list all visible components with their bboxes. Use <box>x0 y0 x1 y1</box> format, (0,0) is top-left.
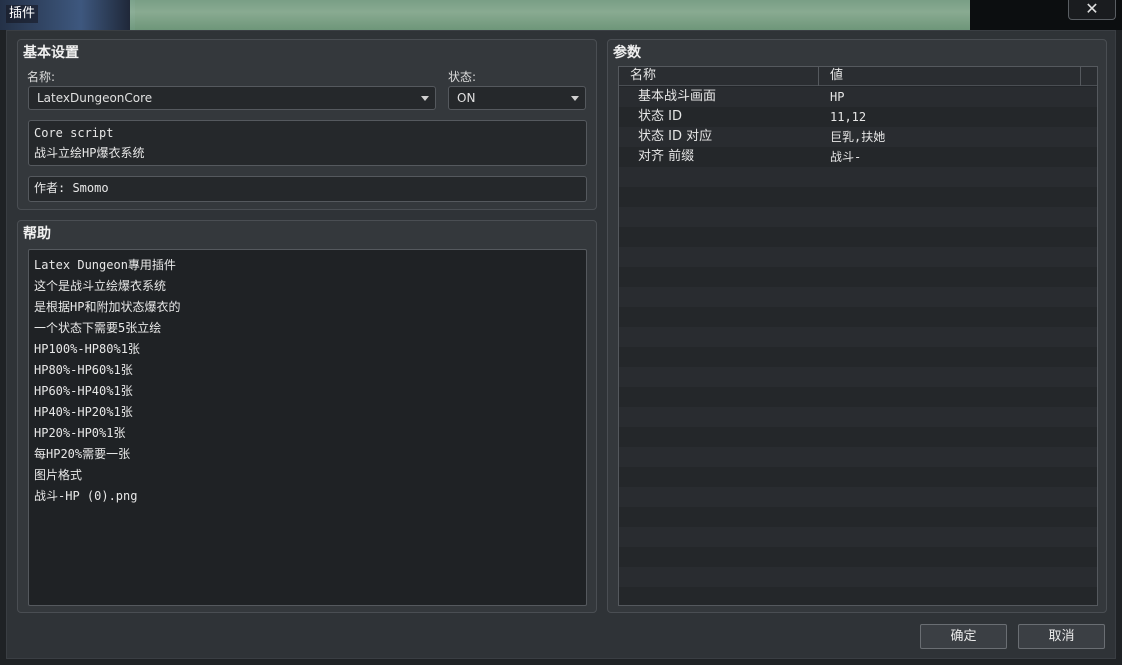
parameters-group: 参数 名称 値 基本战斗画面 HP 状态 ID 11,12 状态 ID 对应 巨… <box>607 39 1107 613</box>
background-image <box>130 0 970 30</box>
table-row-empty <box>619 187 1097 207</box>
table-row-empty <box>619 367 1097 387</box>
table-row-empty <box>619 387 1097 407</box>
help-line: HP100%-HP80%1张 <box>34 342 140 356</box>
table-row-empty <box>619 587 1097 605</box>
table-row-empty <box>619 567 1097 587</box>
table-row-empty <box>619 527 1097 547</box>
param-value: 巨乳,扶她 <box>830 130 886 144</box>
basic-settings-title: 基本设置 <box>23 45 79 61</box>
column-header-value[interactable]: 値 <box>819 67 1081 86</box>
table-body: 基本战斗画面 HP 状态 ID 11,12 状态 ID 对应 巨乳,扶她 对齐 … <box>619 87 1097 605</box>
table-row-empty <box>619 227 1097 247</box>
description-box[interactable]: Core script 战斗立绘HP爆衣系统 <box>28 120 587 166</box>
table-row-empty <box>619 327 1097 347</box>
author-box[interactable]: 作者: Smomo <box>28 176 587 202</box>
table-row-empty <box>619 507 1097 527</box>
table-row-empty <box>619 207 1097 227</box>
help-line: 一个状态下需要5张立绘 <box>34 321 162 335</box>
cancel-button[interactable]: 取消 <box>1018 624 1105 649</box>
table-row-empty <box>619 307 1097 327</box>
table-row-empty <box>619 407 1097 427</box>
param-name: 对齐 前缀 <box>638 149 695 164</box>
dropdown-arrow-icon <box>421 96 429 101</box>
help-group: 帮助 Latex Dungeon專用插件 这个是战斗立绘爆衣系统 是根据HP和附… <box>17 220 597 613</box>
table-row-empty <box>619 447 1097 467</box>
description-line: 战斗立绘HP爆衣系统 <box>34 146 145 160</box>
help-line: 是根据HP和附加状态爆衣的 <box>34 300 181 314</box>
ok-button[interactable]: 确定 <box>920 624 1007 649</box>
parameters-table[interactable]: 名称 値 基本战斗画面 HP 状态 ID 11,12 状态 ID 对应 巨乳,扶… <box>618 66 1098 606</box>
status-label: 状态: <box>448 70 477 84</box>
column-header-name[interactable]: 名称 <box>619 67 819 86</box>
param-name: 基本战斗画面 <box>638 89 717 104</box>
close-icon: ✕ <box>1085 0 1099 18</box>
param-name: 状态 ID <box>638 109 682 124</box>
help-line: HP80%-HP60%1张 <box>34 363 133 377</box>
table-row-empty <box>619 547 1097 567</box>
param-name: 状态 ID 对应 <box>638 129 713 144</box>
table-row-empty <box>619 347 1097 367</box>
table-row-empty <box>619 267 1097 287</box>
param-value: 战斗- <box>830 150 862 164</box>
help-text-area[interactable]: Latex Dungeon專用插件 这个是战斗立绘爆衣系统 是根据HP和附加状态… <box>28 249 587 606</box>
help-line: 图片格式 <box>34 468 83 482</box>
help-line: 每HP20%需要一张 <box>34 447 131 461</box>
table-row-empty <box>619 287 1097 307</box>
table-row-empty <box>619 487 1097 507</box>
basic-settings-group: 基本设置 名称: LatexDungeonCore 状态: ON Core sc… <box>17 39 597 210</box>
author-text: 作者: Smomo <box>34 181 109 195</box>
table-row[interactable]: 对齐 前缀 战斗- <box>619 147 1097 167</box>
status-value: ON <box>457 91 476 105</box>
param-value: HP <box>830 90 845 104</box>
title-bar: 插件 ✕ <box>0 0 1122 30</box>
dropdown-arrow-icon <box>571 96 579 101</box>
table-header: 名称 値 <box>619 67 1097 86</box>
help-line: 这个是战斗立绘爆衣系统 <box>34 279 167 293</box>
plugin-name-value: LatexDungeonCore <box>37 91 153 105</box>
table-row[interactable]: 基本战斗画面 HP <box>619 87 1097 107</box>
plugin-dialog: 基本设置 名称: LatexDungeonCore 状态: ON Core sc… <box>6 30 1116 659</box>
parameters-title: 参数 <box>613 45 641 61</box>
status-select[interactable]: ON <box>448 86 586 110</box>
table-row-empty <box>619 247 1097 267</box>
table-row-empty <box>619 427 1097 447</box>
help-line: Latex Dungeon專用插件 <box>34 258 176 272</box>
help-line: HP40%-HP20%1张 <box>34 405 133 419</box>
table-row-empty <box>619 467 1097 487</box>
name-label: 名称: <box>27 70 56 84</box>
plugin-name-select[interactable]: LatexDungeonCore <box>28 86 436 110</box>
table-row-empty <box>619 167 1097 187</box>
help-title: 帮助 <box>23 226 51 242</box>
help-line: 战斗-HP (0).png <box>34 489 138 503</box>
param-value: 11,12 <box>830 110 867 124</box>
help-line: HP20%-HP0%1张 <box>34 426 126 440</box>
close-button[interactable]: ✕ <box>1068 0 1116 20</box>
description-line: Core script <box>34 126 114 140</box>
window-title: 插件 <box>6 5 39 23</box>
table-row[interactable]: 状态 ID 11,12 <box>619 107 1097 127</box>
help-line: HP60%-HP40%1张 <box>34 384 133 398</box>
table-row[interactable]: 状态 ID 对应 巨乳,扶她 <box>619 127 1097 147</box>
